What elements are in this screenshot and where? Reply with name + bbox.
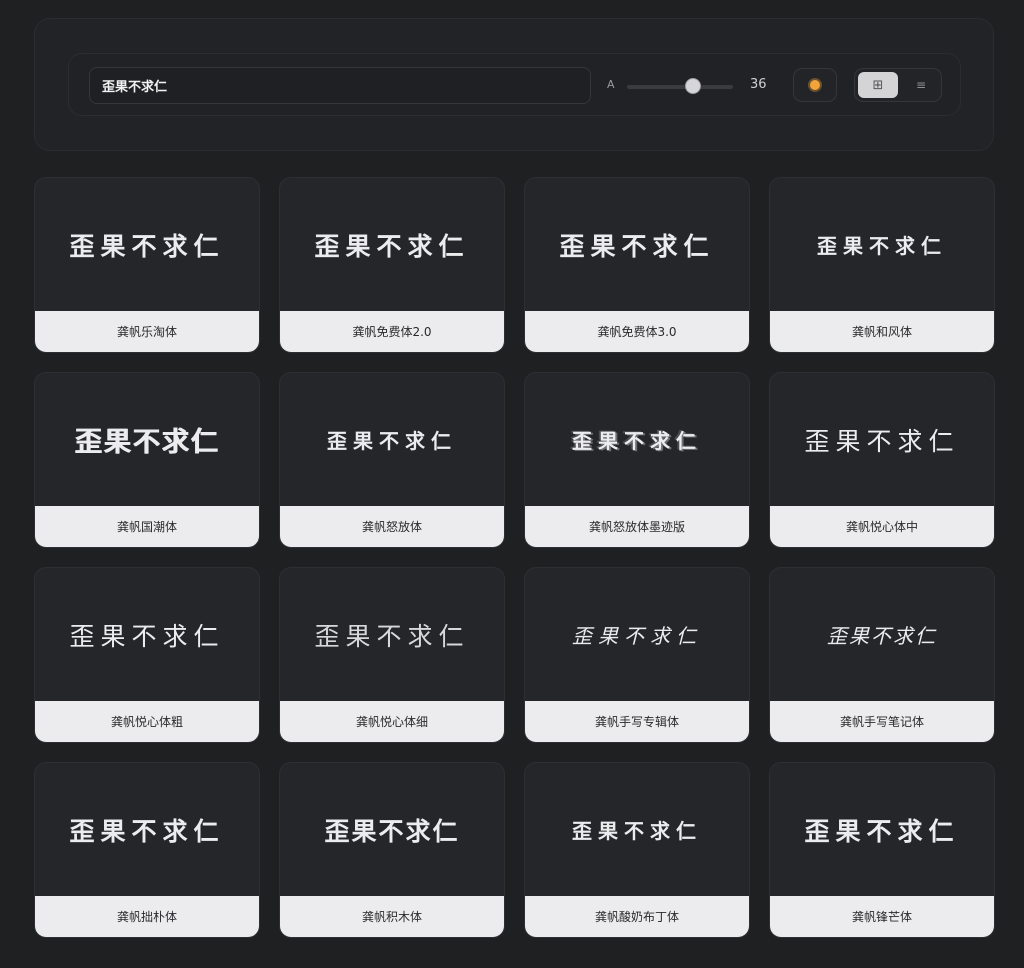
font-name-label: 龚帆乐淘体 [35, 311, 259, 352]
font-name-label: 龚帆拙朴体 [35, 896, 259, 937]
font-card[interactable]: 歪果不求仁 龚帆悦心体粗 [34, 567, 260, 743]
font-card[interactable]: 歪果不求仁 龚帆积木体 [279, 762, 505, 938]
font-size-label: A [607, 78, 615, 91]
font-name-label: 龚帆怒放体墨迹版 [525, 506, 749, 547]
font-name-label: 龚帆怒放体 [280, 506, 504, 547]
font-preview-text: 歪果不求仁 [572, 624, 702, 648]
font-name-label: 龚帆悦心体粗 [35, 701, 259, 742]
font-preview-text: 歪果不求仁 [69, 621, 225, 651]
font-preview-text: 歪果不求仁 [69, 231, 225, 261]
list-icon: ≡ [915, 78, 927, 92]
font-name-label: 龚帆手写专辑体 [525, 701, 749, 742]
font-size-slider[interactable] [627, 78, 733, 94]
font-preview-text: 歪果不求仁 [314, 231, 470, 261]
list-view-button[interactable]: ≡ [902, 72, 940, 98]
font-preview-text: 歪果不求仁 [804, 816, 960, 846]
font-card[interactable]: 歪果不求仁 龚帆悦心体中 [769, 372, 995, 548]
font-card[interactable]: 歪果不求仁 龚帆怒放体 [279, 372, 505, 548]
font-card[interactable]: 歪果不求仁 龚帆悦心体细 [279, 567, 505, 743]
font-name-label: 龚帆酸奶布丁体 [525, 896, 749, 937]
font-preview-text: 歪果不求仁 [327, 429, 457, 453]
control-panel: A 36 ⊞ ≡ [34, 18, 994, 151]
font-preview-text: 歪果不求仁 [572, 819, 702, 843]
view-mode-toggle: ⊞ ≡ [854, 68, 942, 102]
font-card[interactable]: 歪果不求仁 龚帆国潮体 [34, 372, 260, 548]
font-name-label: 龚帆免费体3.0 [525, 311, 749, 352]
font-name-label: 龚帆国潮体 [35, 506, 259, 547]
font-card[interactable]: 歪果不求仁 龚帆和风体 [769, 177, 995, 353]
font-preview-text: 歪果不求仁 [804, 426, 960, 456]
font-name-label: 龚帆积木体 [280, 896, 504, 937]
font-preview-page: A 36 ⊞ ≡ 歪果不求仁 龚帆乐淘体 歪果不求仁 [0, 0, 1024, 968]
grid-view-button[interactable]: ⊞ [858, 72, 898, 98]
font-preview-text: 歪果不求仁 [69, 816, 225, 846]
font-card[interactable]: 歪果不求仁 龚帆免费体3.0 [524, 177, 750, 353]
font-name-label: 龚帆悦心体细 [280, 701, 504, 742]
font-name-label: 龚帆手写笔记体 [770, 701, 994, 742]
font-size-slider-thumb[interactable] [684, 78, 701, 94]
theme-toggle-button[interactable] [793, 68, 837, 102]
font-card[interactable]: 歪果不求仁 龚帆手写笔记体 [769, 567, 995, 743]
font-preview-text: 歪果不求仁 [324, 816, 460, 846]
preview-text-input[interactable] [89, 67, 591, 104]
font-preview-text: 歪果不求仁 [314, 621, 470, 651]
font-preview-text: 歪果不求仁 [817, 234, 947, 258]
font-card[interactable]: 歪果不求仁 龚帆手写专辑体 [524, 567, 750, 743]
font-card[interactable]: 歪果不求仁 龚帆锋芒体 [769, 762, 995, 938]
font-card[interactable]: 歪果不求仁 龚帆免费体2.0 [279, 177, 505, 353]
font-preview-text: 歪果不求仁 [572, 429, 702, 453]
toolbar: A 36 ⊞ ≡ [68, 53, 961, 116]
font-preview-text: 歪果不求仁 [559, 231, 715, 261]
font-card[interactable]: 歪果不求仁 龚帆怒放体墨迹版 [524, 372, 750, 548]
font-name-label: 龚帆免费体2.0 [280, 311, 504, 352]
font-size-value: 36 [750, 77, 767, 92]
font-name-label: 龚帆悦心体中 [770, 506, 994, 547]
sun-icon [810, 80, 820, 90]
font-card[interactable]: 歪果不求仁 龚帆酸奶布丁体 [524, 762, 750, 938]
font-name-label: 龚帆锋芒体 [770, 896, 994, 937]
font-card-grid: 歪果不求仁 龚帆乐淘体 歪果不求仁 龚帆免费体2.0 歪果不求仁 龚帆免费体3.… [34, 177, 995, 938]
grid-icon: ⊞ [872, 77, 884, 93]
font-preview-text: 歪果不求仁 [74, 427, 220, 458]
font-name-label: 龚帆和风体 [770, 311, 994, 352]
font-preview-text: 歪果不求仁 [827, 624, 937, 648]
font-card[interactable]: 歪果不求仁 龚帆乐淘体 [34, 177, 260, 353]
font-card[interactable]: 歪果不求仁 龚帆拙朴体 [34, 762, 260, 938]
